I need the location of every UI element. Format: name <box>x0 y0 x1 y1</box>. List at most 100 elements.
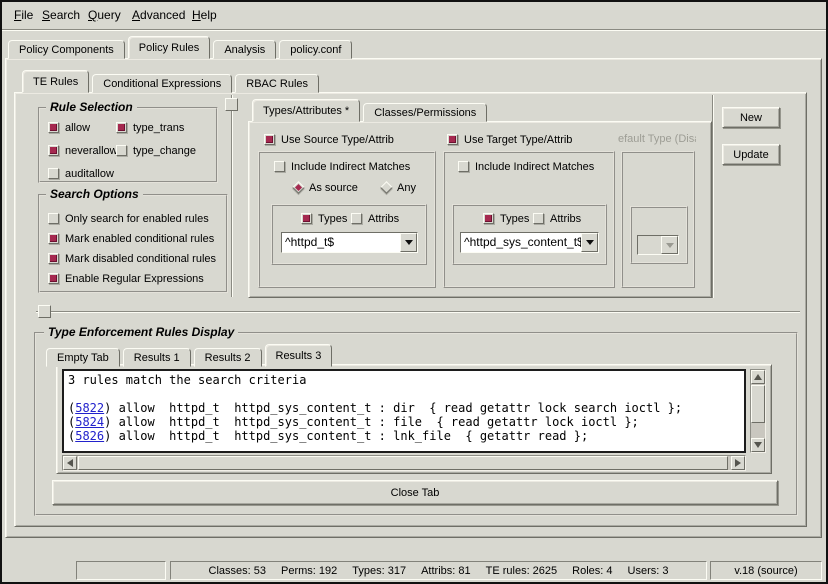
checkbox-target-types[interactable]: Types <box>483 212 529 225</box>
menu-help[interactable]: Help <box>188 2 221 29</box>
checkbox-label: type_change <box>133 145 196 157</box>
status-policy-version: v.18 (source) <box>710 561 822 580</box>
horizontal-scroll-thumb[interactable] <box>78 456 728 470</box>
target-type-combobox[interactable]: ^httpd_sys_content_t$ <box>460 232 599 253</box>
checkbox-indicator <box>447 134 458 145</box>
source-type-value[interactable]: ^httpd_t$ <box>282 233 400 252</box>
chevron-down-icon <box>405 240 413 245</box>
arrow-right-icon <box>735 459 741 467</box>
checkbox-target-indirect[interactable]: Include Indirect Matches <box>458 160 594 173</box>
combo-dropdown-button <box>661 236 678 254</box>
tab-results-1[interactable]: Results 1 <box>123 348 191 367</box>
menu-query[interactable]: Query <box>84 2 125 29</box>
stat-users: Users: 3 <box>628 565 669 577</box>
tab-te-rules[interactable]: TE Rules <box>22 70 89 93</box>
checkbox-use-source-type[interactable]: Use Source Type/Attrib <box>264 133 394 146</box>
rule-link[interactable]: 5824 <box>75 415 104 429</box>
tab-analysis[interactable]: Analysis <box>213 40 276 59</box>
checkbox-allow[interactable]: allow <box>48 121 90 134</box>
new-button[interactable]: New <box>722 107 780 128</box>
scroll-right-button[interactable] <box>731 456 745 470</box>
horizontal-scrollbar[interactable] <box>62 455 746 471</box>
checkbox-label: Types <box>500 213 529 225</box>
tab-rbac-rules[interactable]: RBAC Rules <box>235 74 319 93</box>
default-type-combobox <box>637 235 679 255</box>
tab-policy-rules[interactable]: Policy Rules <box>128 36 211 59</box>
combo-dropdown-button[interactable] <box>400 233 417 252</box>
tab-empty-tab[interactable]: Empty Tab <box>46 348 120 367</box>
menu-search[interactable]: Search <box>38 2 84 29</box>
rule-text: allow httpd_t httpd_sys_content_t : lnk_… <box>119 429 589 443</box>
horizontal-sash-line <box>36 311 800 313</box>
checkbox-indicator <box>483 213 494 224</box>
scroll-up-button[interactable] <box>751 370 765 384</box>
checkbox-indicator <box>301 213 312 224</box>
checkbox-enable-regex[interactable]: Enable Regular Expressions <box>48 272 204 285</box>
stat-roles: Roles: 4 <box>572 565 612 577</box>
checkbox-only-enabled-rules[interactable]: Only search for enabled rules <box>48 212 209 225</box>
default-type-label: efault Type (Disa <box>618 133 696 146</box>
scroll-down-button[interactable] <box>751 438 765 452</box>
checkbox-indicator <box>274 161 285 172</box>
rule-link[interactable]: 5822 <box>75 401 104 415</box>
checkbox-indicator <box>458 161 469 172</box>
tab-policy-conf[interactable]: policy.conf <box>279 40 352 59</box>
tab-policy-components[interactable]: Policy Components <box>8 40 125 59</box>
radio-indicator <box>380 181 393 194</box>
main-tab-row: Policy Components Policy Rules Analysis … <box>8 36 355 59</box>
checkbox-label: Use Source Type/Attrib <box>281 134 394 146</box>
checkbox-type-trans[interactable]: type_trans <box>116 121 184 134</box>
combo-dropdown-button[interactable] <box>581 233 598 252</box>
checkbox-label: auditallow <box>65 168 114 180</box>
criteria-tab-row: Types/Attributes * Classes/Permissions <box>252 99 490 122</box>
checkbox-source-types[interactable]: Types <box>301 212 347 225</box>
tab-results-3[interactable]: Results 3 <box>265 344 333 367</box>
scroll-left-button[interactable] <box>63 456 77 470</box>
checkbox-indicator <box>48 168 59 179</box>
rule-text: allow httpd_t httpd_sys_content_t : file… <box>119 415 639 429</box>
radio-label: Any <box>397 182 416 194</box>
target-type-value[interactable]: ^httpd_sys_content_t$ <box>461 233 581 252</box>
tab-types-attributes[interactable]: Types/Attributes * <box>252 99 360 122</box>
source-type-combobox[interactable]: ^httpd_t$ <box>281 232 418 253</box>
tab-classes-permissions[interactable]: Classes/Permissions <box>363 103 487 122</box>
checkbox-auditallow[interactable]: auditallow <box>48 167 114 180</box>
vertical-sash-handle[interactable] <box>225 98 238 111</box>
status-box-empty <box>76 561 166 580</box>
checkbox-indicator <box>48 273 59 284</box>
tab-conditional-expressions[interactable]: Conditional Expressions <box>92 74 232 93</box>
vertical-scroll-thumb[interactable] <box>751 385 765 423</box>
rule-selection-title: Rule Selection <box>46 100 137 114</box>
rules-tab-row: TE Rules Conditional Expressions RBAC Ru… <box>22 70 322 93</box>
radio-any[interactable]: Any <box>382 181 416 194</box>
menu-file[interactable]: File <box>10 2 37 29</box>
rule-link[interactable]: 5826 <box>75 429 104 443</box>
checkbox-mark-enabled-conditional[interactable]: Mark enabled conditional rules <box>48 232 214 245</box>
checkbox-indicator <box>351 213 362 224</box>
checkbox-target-attribs[interactable]: Attribs <box>533 212 581 225</box>
checkbox-label: Mark enabled conditional rules <box>65 233 214 245</box>
results-text[interactable]: 3 rules match the search criteria (5822)… <box>62 369 746 453</box>
checkbox-source-indirect[interactable]: Include Indirect Matches <box>274 160 410 173</box>
checkbox-label: allow <box>65 122 90 134</box>
stat-classes: Classes: 53 <box>209 565 266 577</box>
checkbox-source-attribs[interactable]: Attribs <box>351 212 399 225</box>
update-button[interactable]: Update <box>722 144 780 165</box>
search-options-title: Search Options <box>46 187 143 201</box>
arrow-left-icon <box>67 459 73 467</box>
tab-results-2[interactable]: Results 2 <box>194 348 262 367</box>
radio-as-source[interactable]: As source <box>294 181 358 194</box>
checkbox-indicator <box>48 233 59 244</box>
horizontal-sash-handle[interactable] <box>38 305 51 318</box>
arrow-down-icon <box>754 442 762 448</box>
checkbox-neverallow[interactable]: neverallow <box>48 144 118 157</box>
blank-line <box>68 387 740 401</box>
chevron-down-icon <box>586 240 594 245</box>
checkbox-use-target-type[interactable]: Use Target Type/Attrib <box>447 133 572 146</box>
menu-advanced[interactable]: Advanced <box>128 2 189 29</box>
close-tab-button[interactable]: Close Tab <box>52 480 778 505</box>
status-policy-stats: Classes: 53 Perms: 192 Types: 317 Attrib… <box>170 561 707 580</box>
vertical-scrollbar[interactable] <box>750 369 766 453</box>
checkbox-type-change[interactable]: type_change <box>116 144 196 157</box>
checkbox-mark-disabled-conditional[interactable]: Mark disabled conditional rules <box>48 252 216 265</box>
